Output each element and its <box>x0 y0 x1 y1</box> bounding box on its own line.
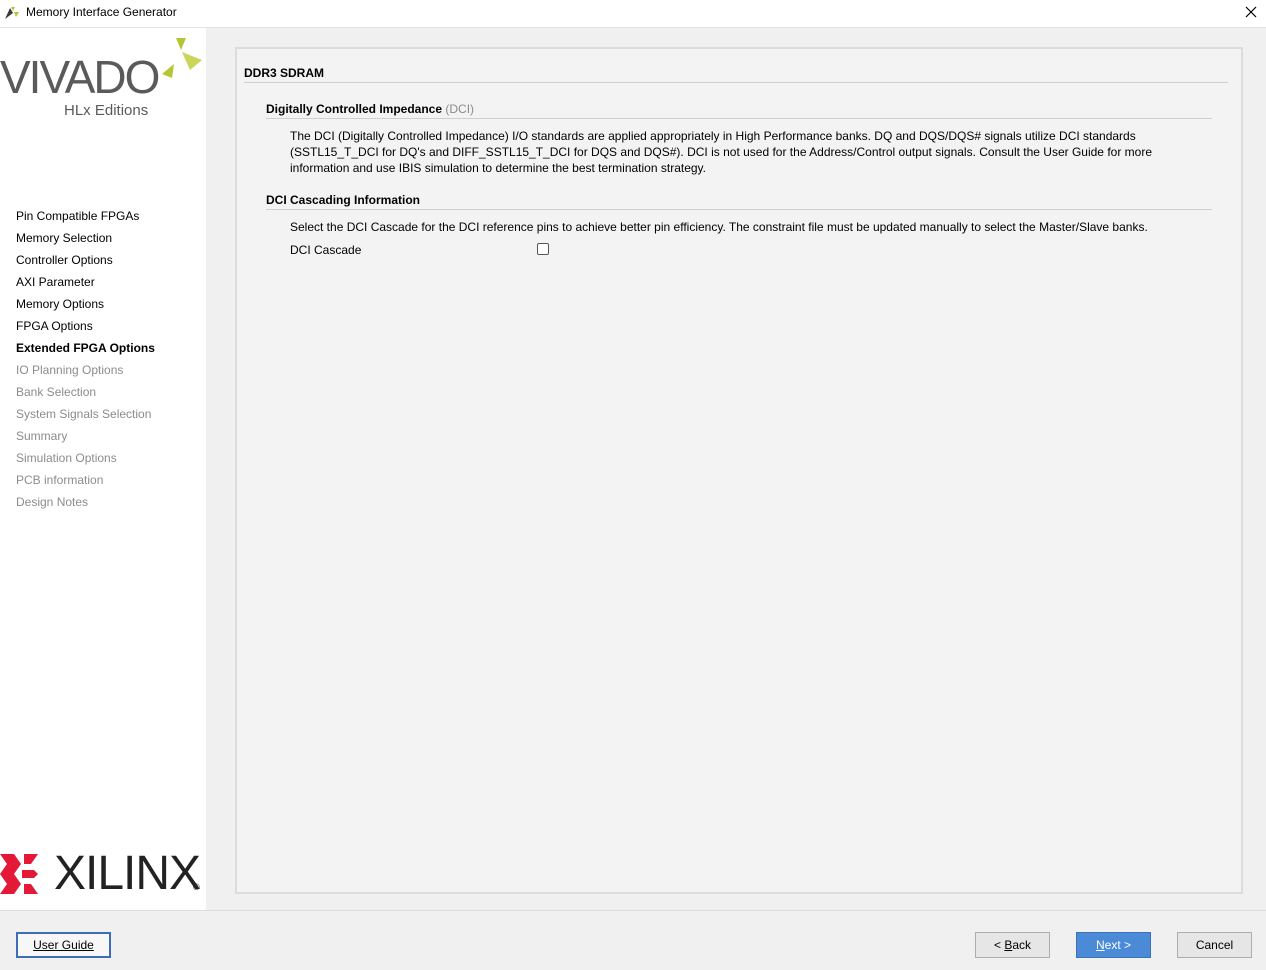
xilinx-wordmark: XILINX <box>54 847 201 900</box>
page-title: DDR3 SDRAM <box>244 66 325 80</box>
dci-heading: Digitally Controlled Impedance (DCI) <box>266 102 474 116</box>
back-label-rest: ack <box>1012 938 1032 952</box>
edition-label: HLx Editions <box>64 102 149 119</box>
next-label-rest: ext <box>1104 938 1121 952</box>
nav-item-summary: Summary <box>16 429 68 443</box>
vivado-app-icon <box>4 4 20 20</box>
title-bar: Memory Interface Generator <box>0 0 1266 28</box>
close-icon <box>1245 6 1257 18</box>
next-mnemonic: N <box>1095 938 1105 952</box>
sidebar: VIVADO HLx Editions Pin Compatible FPGAs… <box>0 28 206 910</box>
vivado-wordmark: VIVADO <box>0 51 160 103</box>
dci-cascade-label: DCI Cascade <box>290 243 362 257</box>
nav-item-pcb-information: PCB information <box>16 473 104 487</box>
xilinx-logo: XILINX ® <box>0 850 206 900</box>
nav-item-io-planning-options: IO Planning Options <box>16 363 124 377</box>
vivado-mark-icon <box>162 38 202 78</box>
cancel-label: Cancel <box>1195 938 1234 952</box>
user-guide-label: User Guide <box>33 938 94 952</box>
nav-item-controller-options[interactable]: Controller Options <box>16 251 155 273</box>
main-panel: DDR3 SDRAM Digitally Controlled Impedanc… <box>235 47 1243 894</box>
next-suffix: > <box>1120 938 1132 952</box>
nav-item-bank-selection: Bank Selection <box>16 385 97 399</box>
dci-cascade-checkbox[interactable] <box>537 243 549 255</box>
nav-item-system-signals-selection: System Signals Selection <box>16 407 152 421</box>
nav-item-memory-selection[interactable]: Memory Selection <box>16 229 155 251</box>
xilinx-mark-icon <box>0 854 38 894</box>
back-button[interactable]: < Back <box>975 932 1050 958</box>
nav-item-axi-parameter[interactable]: AXI Parameter <box>16 273 155 295</box>
dci-divider <box>266 118 1212 119</box>
cascade-description: Select the DCI Cascade for the DCI refer… <box>290 220 1148 234</box>
back-prefix: < <box>993 938 1005 952</box>
nav-item-design-notes: Design Notes <box>16 495 89 509</box>
next-button[interactable]: Next > <box>1076 932 1151 958</box>
footer-divider <box>0 910 1266 911</box>
dci-acronym: (DCI) <box>445 102 475 116</box>
nav-item-simulation-options: Simulation Options <box>16 451 117 465</box>
wizard-steps: Pin Compatible FPGAs Memory Selection Co… <box>16 207 155 515</box>
back-mnemonic: B <box>1004 938 1013 952</box>
cascade-divider <box>266 209 1212 210</box>
dci-cascade-heading: DCI Cascading Information <box>266 193 421 207</box>
registered-mark: ® <box>193 882 200 892</box>
nav-item-fpga-options[interactable]: FPGA Options <box>16 317 155 339</box>
title-divider <box>244 82 1228 83</box>
close-button[interactable] <box>1236 0 1266 24</box>
dci-heading-label: Digitally Controlled Impedance <box>266 102 443 116</box>
dci-description: The DCI (Digitally Controlled Impedance)… <box>290 129 1152 175</box>
nav-item-memory-options[interactable]: Memory Options <box>16 295 155 317</box>
vivado-logo: VIVADO HLx Editions <box>0 32 206 122</box>
user-guide-button[interactable]: User Guide <box>16 932 111 958</box>
cancel-button[interactable]: Cancel <box>1177 932 1252 958</box>
window-title: Memory Interface Generator <box>26 5 177 19</box>
nav-item-pin-compatible-fpgas[interactable]: Pin Compatible FPGAs <box>16 207 155 229</box>
nav-item-extended-fpga-options[interactable]: Extended FPGA Options <box>16 339 155 361</box>
